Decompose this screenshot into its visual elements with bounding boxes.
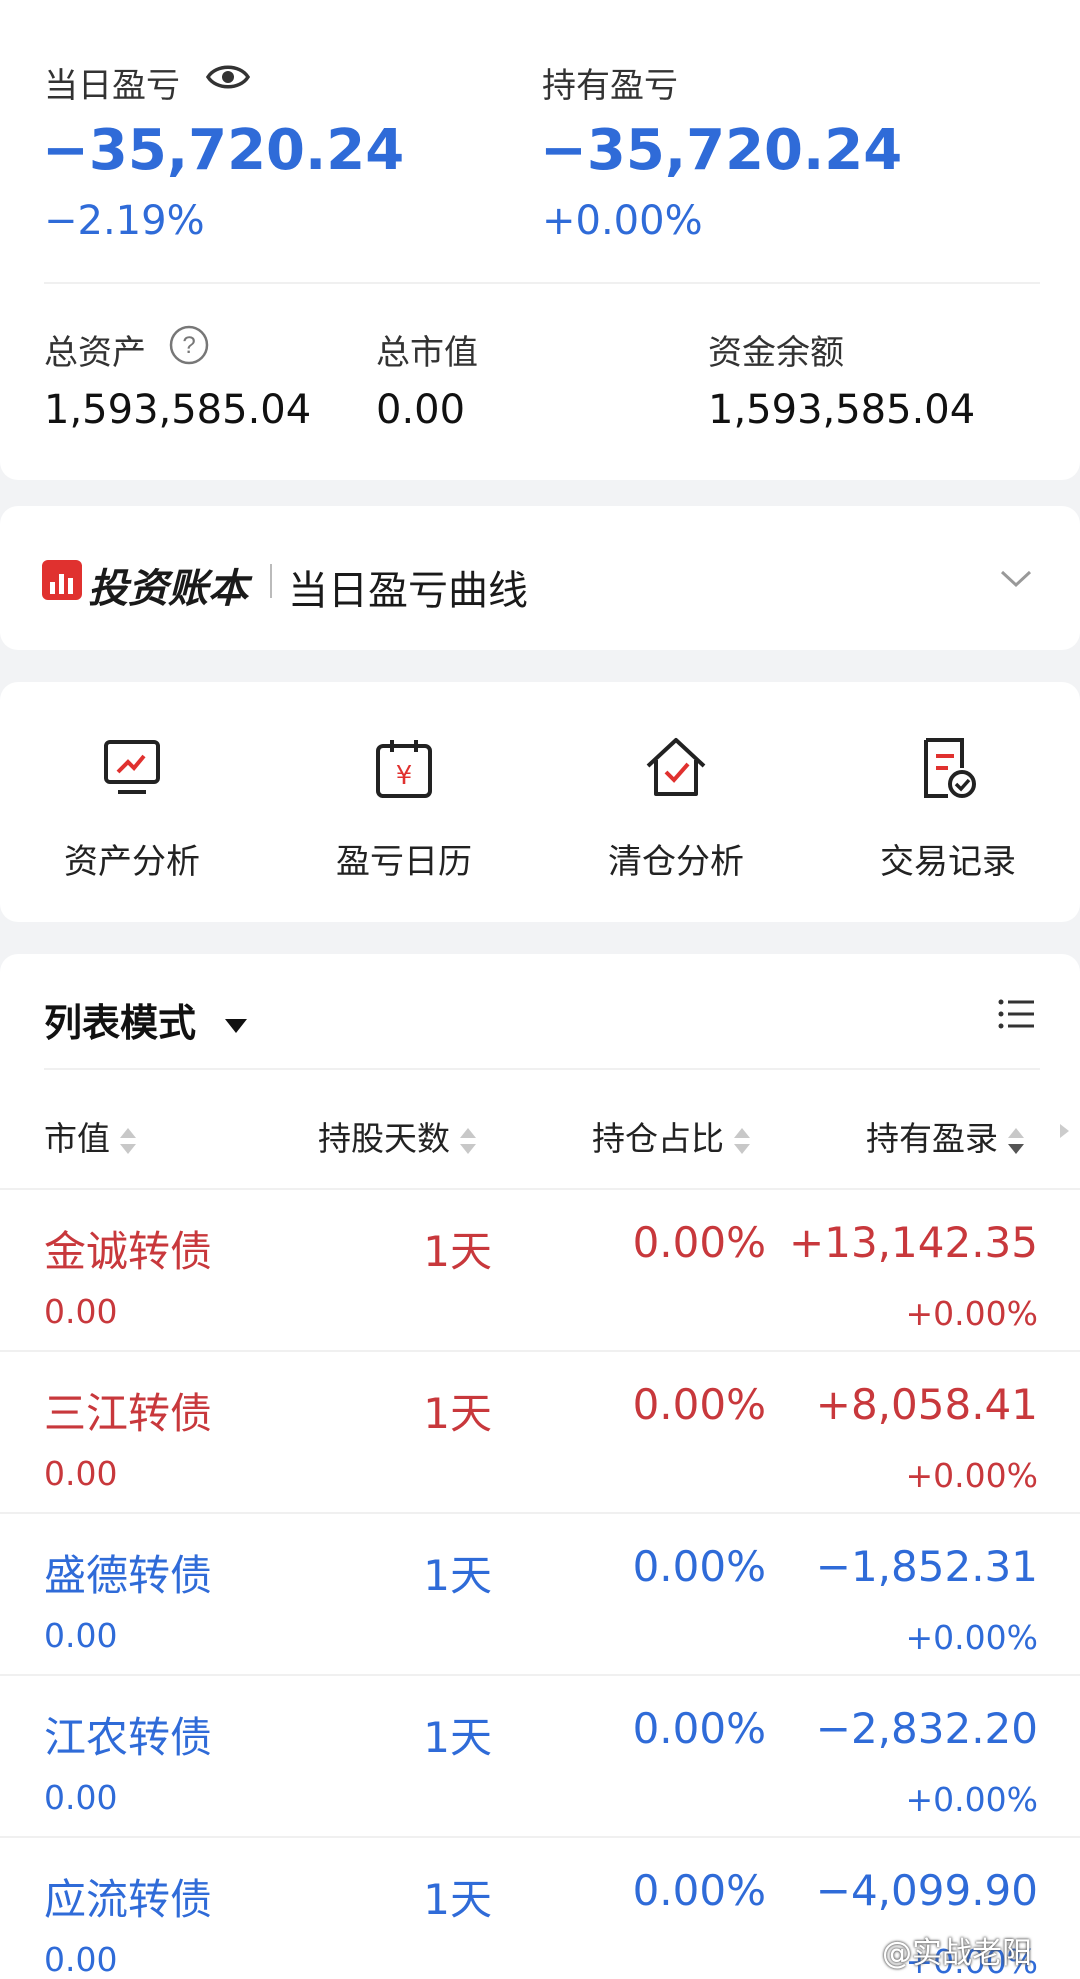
tool-asset-analysis[interactable]: 资产分析 xyxy=(32,732,232,883)
account-summary-card: 当日盈亏 −35,720.24 −2.19% 持有盈亏 −35,720.24 +… xyxy=(0,0,1080,480)
house-check-icon xyxy=(640,732,712,804)
tool-label: 资产分析 xyxy=(64,842,200,882)
position-ratio: 0.00% xyxy=(632,1380,766,1429)
column-market-value[interactable]: 市值 xyxy=(44,1112,136,1160)
tool-label: 交易记录 xyxy=(880,842,1016,882)
bond-name: 应流转债 xyxy=(44,1875,213,1924)
holding-pnl: +13,142.35 xyxy=(789,1218,1038,1267)
tool-clearance-analysis[interactable]: 清仓分析 xyxy=(576,732,776,883)
holding-days: 1天 xyxy=(423,1875,492,1924)
table-row[interactable]: 三江转债 0.00 1天 0.00% +8,058.41 +0.00% xyxy=(0,1350,1080,1512)
holding-pnl: −4,099.90 xyxy=(815,1866,1038,1915)
tool-label: 清仓分析 xyxy=(608,842,744,882)
tool-pnl-calendar[interactable]: ¥ 盈亏日历 xyxy=(304,732,504,883)
summary-divider xyxy=(44,282,1040,284)
banner-separator xyxy=(270,564,272,598)
sort-icon xyxy=(734,1126,750,1156)
list-header-divider xyxy=(44,1068,1040,1070)
market-value-value: 0.00 xyxy=(376,387,466,433)
bond-market-value: 0.00 xyxy=(44,1292,118,1331)
position-ratio: 0.00% xyxy=(632,1218,766,1267)
monitor-chart-icon xyxy=(96,732,168,804)
chevron-down-icon[interactable] xyxy=(998,566,1034,590)
holding-days: 1天 xyxy=(423,1713,492,1762)
holding-pnl-percent: +0.00% xyxy=(542,198,703,244)
holding-pnl: −1,852.31 xyxy=(815,1542,1038,1591)
sort-icon xyxy=(460,1126,476,1156)
holding-days: 1天 xyxy=(423,1551,492,1600)
bond-market-value: 0.00 xyxy=(44,1778,118,1817)
svg-text:?: ? xyxy=(182,332,195,359)
position-ratio: 0.00% xyxy=(632,1704,766,1753)
table-row[interactable]: 盛德转债 0.00 1天 0.00% −1,852.31 +0.00% xyxy=(0,1512,1080,1674)
column-holding-pnl[interactable]: 持有盈录 xyxy=(866,1112,1024,1160)
holding-days: 1天 xyxy=(423,1389,492,1438)
bond-name: 江农转债 xyxy=(44,1713,213,1762)
list-menu-icon[interactable] xyxy=(998,998,1036,1030)
market-value-label: 总市值 xyxy=(376,333,478,373)
tool-trade-records[interactable]: 交易记录 xyxy=(848,732,1048,883)
caret-down-icon xyxy=(225,1018,248,1033)
bond-name: 盛德转债 xyxy=(44,1551,213,1600)
total-assets-value: 1,593,585.04 xyxy=(44,387,312,433)
bond-name: 三江转债 xyxy=(44,1389,213,1438)
holding-pnl-percent: +0.00% xyxy=(905,1294,1038,1333)
help-icon[interactable]: ? xyxy=(168,324,210,366)
daily-pnl-percent: −2.19% xyxy=(44,198,205,244)
table-row[interactable]: 江农转债 0.00 1天 0.00% −2,832.20 +0.00% xyxy=(0,1674,1080,1836)
eye-icon[interactable] xyxy=(205,60,251,94)
pnl-curve-banner[interactable]: 投资账本 当日盈亏曲线 xyxy=(0,506,1080,650)
tools-grid: 资产分析 ¥ 盈亏日历 清仓分析 交易记录 xyxy=(0,682,1080,922)
daily-pnl-value: −35,720.24 xyxy=(42,118,405,183)
watermark: @实战老阳 xyxy=(882,1936,1032,1971)
calendar-yen-icon: ¥ xyxy=(368,732,440,804)
holding-pnl-value: −35,720.24 xyxy=(540,118,903,183)
bond-market-value: 0.00 xyxy=(44,1940,118,1979)
list-mode-label: 列表模式 xyxy=(44,1001,197,1045)
holding-pnl-label: 持有盈亏 xyxy=(542,66,678,106)
scroll-right-icon[interactable] xyxy=(1060,1124,1069,1138)
holdings-list: 列表模式 市值 持股天数 持仓占比 持有盈录 金诚转债 0.00 1天 0.00% +1… xyxy=(0,954,1080,1979)
holding-days: 1天 xyxy=(423,1227,492,1276)
holding-pnl: +8,058.41 xyxy=(815,1380,1038,1429)
bond-market-value: 0.00 xyxy=(44,1454,118,1493)
holding-pnl-percent: +0.00% xyxy=(905,1456,1038,1495)
daily-pnl-label: 当日盈亏 xyxy=(44,66,180,106)
document-check-icon xyxy=(912,732,984,804)
svg-text:¥: ¥ xyxy=(396,761,413,791)
list-mode-toggle[interactable]: 列表模式 xyxy=(44,992,248,1047)
position-ratio: 0.00% xyxy=(632,1866,766,1915)
column-position-ratio[interactable]: 持仓占比 xyxy=(592,1112,750,1160)
holding-pnl-percent: +0.00% xyxy=(905,1618,1038,1657)
holding-pnl: −2,832.20 xyxy=(815,1704,1038,1753)
column-holding-days[interactable]: 持股天数 xyxy=(318,1112,476,1160)
bond-market-value: 0.00 xyxy=(44,1616,118,1655)
cash-balance-label: 资金余额 xyxy=(708,333,844,373)
sort-icon xyxy=(1008,1126,1024,1156)
table-row[interactable]: 金诚转债 0.00 1天 0.00% +13,142.35 +0.00% xyxy=(0,1188,1080,1350)
bond-name: 金诚转债 xyxy=(44,1227,213,1276)
ledger-logo-icon xyxy=(42,560,82,600)
total-assets-label: 总资产 xyxy=(44,333,146,373)
brand-name: 投资账本 xyxy=(88,566,248,612)
tool-label: 盈亏日历 xyxy=(336,842,472,882)
position-ratio: 0.00% xyxy=(632,1542,766,1591)
sort-icon xyxy=(120,1126,136,1156)
cash-balance-value: 1,593,585.04 xyxy=(708,387,976,433)
holding-pnl-percent: +0.00% xyxy=(905,1780,1038,1819)
banner-title: 当日盈亏曲线 xyxy=(288,568,528,614)
